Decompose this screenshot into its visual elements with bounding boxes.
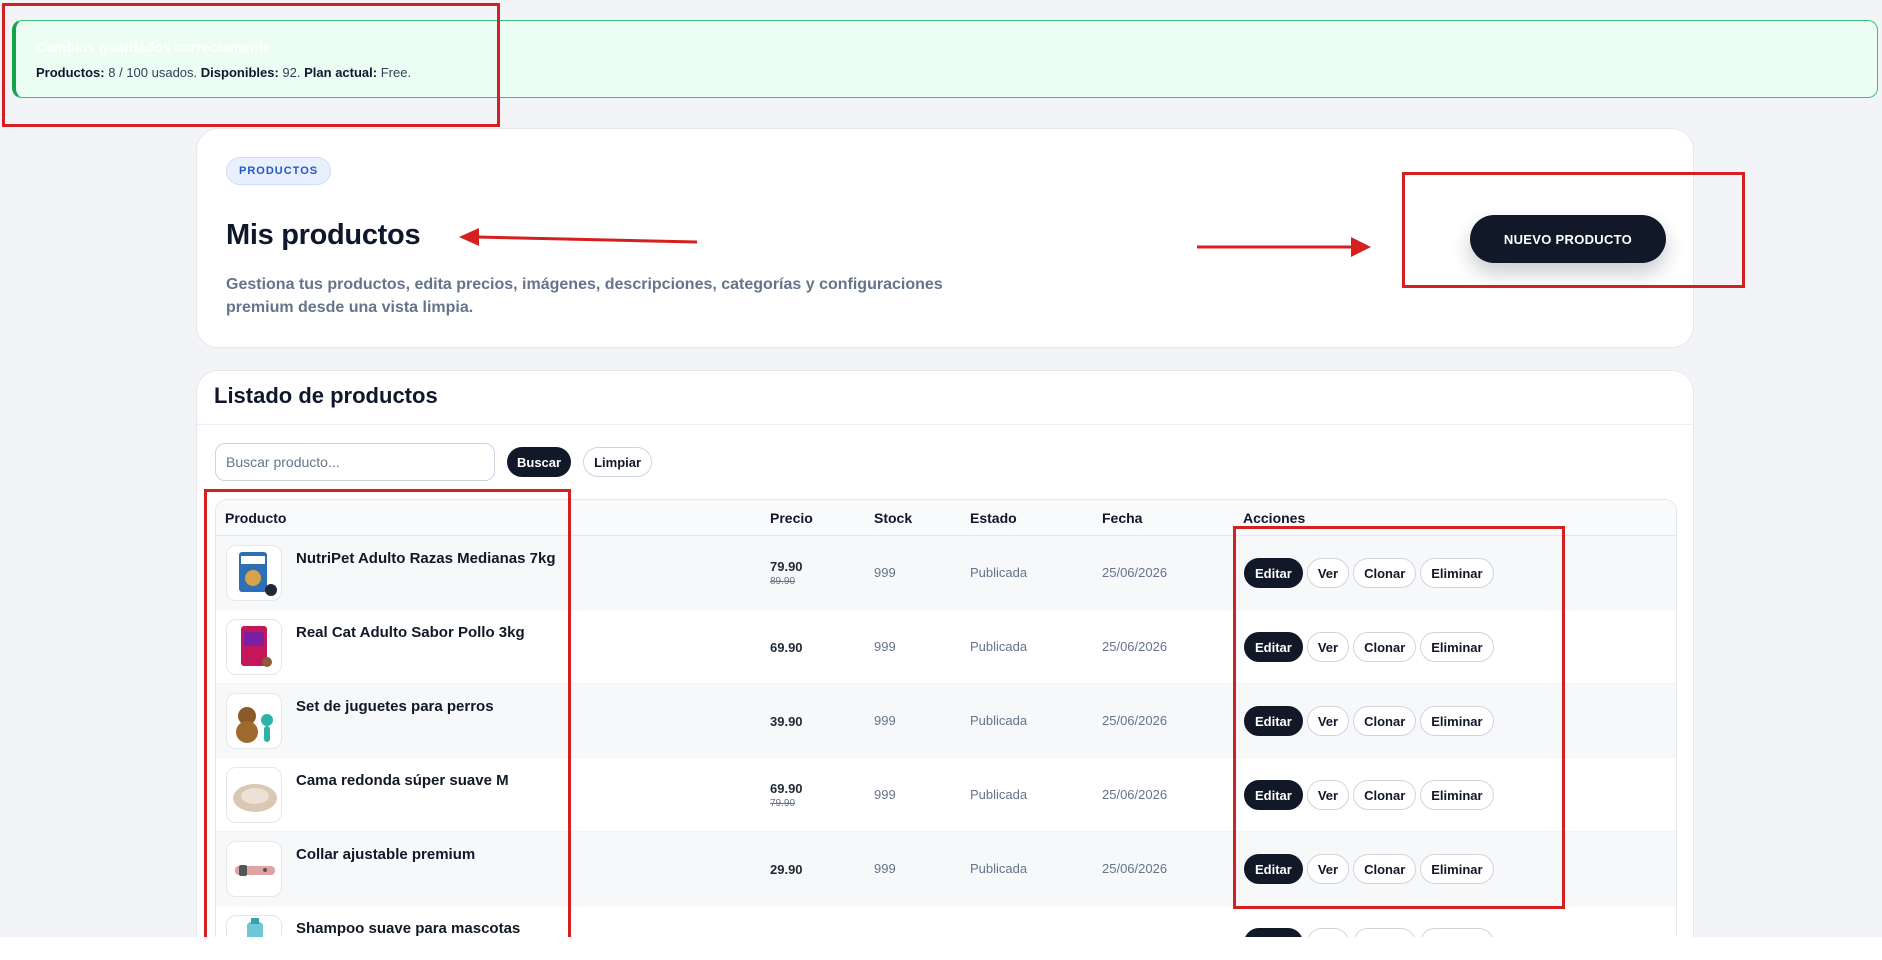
list-header: Listado de productos xyxy=(197,371,1693,425)
annotation-arrow-left xyxy=(459,228,698,246)
annotation-box-notice xyxy=(2,3,500,127)
page: Cambios guardados correctamente Producto… xyxy=(0,0,1882,937)
column-header-acciones: Acciones xyxy=(1243,510,1306,526)
clear-button[interactable]: Limpiar xyxy=(583,447,653,477)
product-date: 25/06/2026 xyxy=(1102,713,1168,728)
product-old-price: 79.90 xyxy=(770,798,796,809)
product-status: Publicada xyxy=(970,713,1028,728)
price-cell: 39.90 xyxy=(770,684,803,758)
column-header-precio[interactable]: Precio xyxy=(770,510,813,526)
page-description: Gestiona tus productos, edita precios, i… xyxy=(226,276,943,316)
product-date: 25/06/2026 xyxy=(1102,565,1168,580)
column-header-estado[interactable]: Estado xyxy=(970,510,1017,526)
product-price: 39.90 xyxy=(770,713,803,729)
product-stock: 999 xyxy=(874,787,896,802)
list-title: Listado de productos xyxy=(214,383,438,408)
product-stock: 999 xyxy=(874,639,896,654)
product-price: 79.90 xyxy=(770,559,803,574)
row-actions: Editar Ver Clonar Eliminar xyxy=(1244,928,1494,937)
annotation-box-product-column xyxy=(204,489,571,937)
product-old-price: 89.90 xyxy=(770,576,796,587)
annotation-box-actions-column xyxy=(1233,526,1565,909)
search-bar: Buscar Limpiar xyxy=(215,443,653,481)
section-badge: PRODUCTOS xyxy=(226,157,332,185)
view-button[interactable]: Ver xyxy=(1306,928,1350,937)
price-cell: 79.90 89.90 xyxy=(770,536,803,610)
clone-button[interactable]: Clonar xyxy=(1353,928,1417,937)
product-price: 69.90 xyxy=(770,781,803,796)
column-header-fecha[interactable]: Fecha xyxy=(1102,510,1142,526)
delete-button[interactable]: Eliminar xyxy=(1420,928,1494,937)
column-header-stock[interactable]: Stock xyxy=(874,510,912,526)
search-input[interactable] xyxy=(215,443,495,481)
product-date: 25/06/2026 xyxy=(1102,861,1168,876)
product-stock: 999 xyxy=(874,713,896,728)
bottom-strip xyxy=(0,937,1882,960)
product-stock: 999 xyxy=(874,861,896,876)
product-status: Publicada xyxy=(970,639,1028,654)
search-button[interactable]: Buscar xyxy=(507,447,572,477)
product-stock: 999 xyxy=(874,565,896,580)
product-date: 25/06/2026 xyxy=(1102,639,1168,654)
product-price: 69.90 xyxy=(770,639,803,655)
price-cell: 69.90 xyxy=(770,610,803,684)
annotation-box-new-product xyxy=(1402,172,1745,288)
annotation-arrow-right xyxy=(1197,237,1371,257)
product-price: 29.90 xyxy=(770,861,803,877)
product-status: Publicada xyxy=(970,565,1028,580)
price-cell: 29.90 xyxy=(770,832,803,906)
product-status: Publicada xyxy=(970,787,1028,802)
page-title: Mis productos xyxy=(226,219,421,251)
edit-button[interactable]: Editar xyxy=(1244,928,1303,937)
product-date: 25/06/2026 xyxy=(1102,787,1168,802)
product-status: Publicada xyxy=(970,861,1028,876)
price-cell: 69.90 79.90 xyxy=(770,758,803,832)
